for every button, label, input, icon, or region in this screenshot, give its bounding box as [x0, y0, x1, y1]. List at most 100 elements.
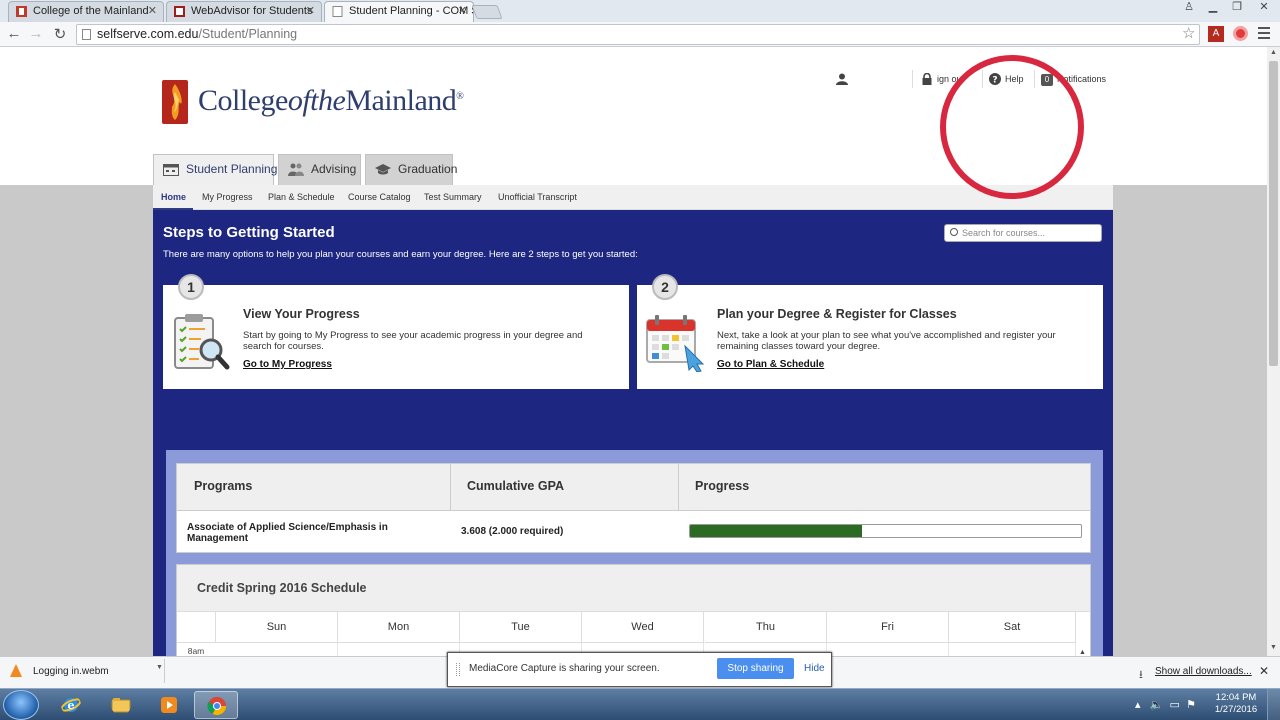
close-tab-icon[interactable]: ✕	[306, 2, 315, 21]
day-header-sat: Sat	[949, 612, 1076, 643]
taskbar-chrome[interactable]	[194, 691, 238, 719]
download-icon: ⭳	[1139, 669, 1143, 681]
folder-icon	[111, 698, 131, 713]
stop-sharing-button[interactable]: Stop sharing	[717, 658, 794, 679]
college-name: CollegeoftheMainland®	[198, 84, 464, 117]
browser-tab-student-planning[interactable]: Student Planning - COM S ✕	[324, 1, 474, 22]
go-to-plan-schedule-link[interactable]: Go to Plan & Schedule	[717, 359, 824, 370]
people-icon	[288, 163, 304, 176]
start-button[interactable]	[3, 690, 39, 720]
taskbar-explorer[interactable]	[99, 691, 143, 719]
calendar-icon	[163, 164, 179, 176]
tab-graduation[interactable]: Graduation	[365, 154, 457, 185]
close-window-button[interactable]: ✕	[1250, 0, 1278, 14]
scrollbar-thumb[interactable]	[1269, 61, 1278, 366]
restore-button[interactable]: ❐	[1226, 0, 1248, 14]
scroll-up-icon[interactable]: ▲	[1270, 49, 1277, 56]
subnav-plan-schedule[interactable]: Plan & Schedule	[268, 185, 335, 210]
column-header-programs: Programs	[194, 479, 253, 493]
drag-handle[interactable]	[456, 663, 460, 676]
step-title: View Your Progress	[243, 307, 360, 321]
chrome-icon	[207, 697, 226, 716]
network-icon[interactable]: ▭	[1170, 699, 1180, 711]
go-to-my-progress-link[interactable]: Go to My Progress	[243, 359, 332, 370]
program-gpa: 3.608 (2.000 required)	[461, 526, 564, 537]
day-header-tue: Tue	[460, 612, 582, 643]
forward-icon[interactable]: →	[27, 25, 45, 42]
user-menu[interactable]	[836, 72, 852, 86]
close-tab-icon[interactable]: ✕	[458, 2, 467, 21]
show-desktop-button[interactable]	[1267, 689, 1280, 720]
calendar-plan-icon	[646, 315, 705, 372]
getting-started-section: Steps to Getting Started There are many …	[153, 210, 1113, 656]
subnav-home[interactable]: Home	[161, 185, 186, 210]
address-bar[interactable]: selfserve.com.edu/Student/Planning	[76, 24, 1200, 45]
flame-logo-icon	[162, 80, 188, 124]
bookmark-star-icon[interactable]: ☆	[1182, 24, 1195, 42]
browser-tab-webadvisor[interactable]: WebAdvisor for Students ✕	[166, 1, 322, 22]
taskbar-ie[interactable]: e	[49, 691, 93, 719]
download-item[interactable]: Logging in.webm ▼	[2, 659, 165, 683]
profile-icon[interactable]: ♙	[1178, 0, 1200, 14]
flag-icon[interactable]: ⚑	[1186, 699, 1196, 711]
step-number: 1	[178, 274, 204, 300]
sub-navigation: Home My Progress Plan & Schedule Course …	[153, 185, 1113, 210]
course-search-input[interactable]: Search for courses...	[944, 224, 1102, 242]
media-player-icon	[161, 697, 177, 713]
subnav-course-catalog[interactable]: Course Catalog	[348, 185, 411, 210]
windows-taskbar: e ▴ 🔈 ▭ ⚑ 12:04 PM 1/27/2016	[0, 688, 1280, 720]
close-downloads-bar-icon[interactable]: ✕	[1259, 664, 1269, 678]
college-favicon-icon	[16, 6, 27, 17]
program-progress-bar	[689, 524, 1082, 538]
back-icon[interactable]: ←	[5, 25, 23, 42]
dashboard-panel: Programs Cumulative GPA Progress Associa…	[166, 450, 1103, 656]
page-icon	[82, 29, 91, 40]
day-header-thu: Thu	[705, 612, 827, 643]
clipboard-magnifier-icon	[174, 314, 230, 370]
day-header-mon: Mon	[338, 612, 460, 643]
record-extension-icon[interactable]	[1233, 26, 1248, 41]
tab-advising[interactable]: Advising	[278, 154, 361, 185]
volume-icon[interactable]: 🔈	[1150, 699, 1164, 711]
close-tab-icon[interactable]: ✕	[148, 2, 157, 21]
new-tab-button[interactable]	[471, 5, 503, 19]
column-divider	[450, 464, 451, 511]
subnav-unofficial-transcript[interactable]: Unofficial Transcript	[498, 185, 577, 210]
column-header-progress: Progress	[695, 479, 750, 493]
intro-text: There are many options to help you plan …	[163, 249, 638, 260]
search-icon	[950, 228, 958, 236]
step-card-progress: 1 View Your Progress Start by going to M…	[163, 274, 629, 389]
schedule-cell[interactable]	[338, 643, 460, 656]
web-page: CollegeoftheMainland® ign out ? Help 0 Not…	[0, 47, 1267, 656]
taskbar-clock[interactable]: 12:04 PM 1/27/2016	[1212, 692, 1260, 716]
webadvisor-favicon-icon	[174, 6, 185, 17]
day-header-wed: Wed	[582, 612, 704, 643]
schedule-cell[interactable]	[949, 643, 1076, 656]
scroll-up-arrow-icon[interactable]: ▲	[1079, 649, 1086, 656]
schedule-cell[interactable]	[827, 643, 949, 656]
scroll-down-icon[interactable]: ▼	[1270, 644, 1277, 651]
page-scrollbar[interactable]: ▲ ▼	[1267, 47, 1280, 656]
subnav-my-progress[interactable]: My Progress	[202, 185, 253, 210]
minimize-button[interactable]: ▁	[1202, 0, 1224, 14]
annotation-circle	[940, 55, 1084, 199]
day-header-fri: Fri	[827, 612, 949, 643]
chevron-down-icon[interactable]: ▼	[156, 664, 163, 671]
screen-share-notification: MediaCore Capture is sharing your screen…	[447, 652, 832, 687]
browser-tab-college[interactable]: College of the Mainland ✕	[8, 1, 164, 22]
reload-icon[interactable]: ↻	[51, 25, 69, 43]
day-header-sun: Sun	[216, 612, 338, 643]
schedule-cell[interactable]	[216, 643, 338, 656]
tab-student-planning[interactable]: Student Planning	[153, 154, 277, 185]
hide-button[interactable]: Hide	[804, 663, 825, 674]
tray-up-arrow-icon[interactable]: ▴	[1135, 699, 1141, 711]
subnav-test-summary[interactable]: Test Summary	[424, 185, 482, 210]
schedule-calendar: Credit Spring 2016 Schedule Sun Mon Tue Wed…	[176, 564, 1091, 656]
browser-menu-icon[interactable]	[1258, 27, 1270, 42]
show-all-downloads-link[interactable]: ⭳ Show all downloads...	[1139, 666, 1252, 681]
programs-table: Programs Cumulative GPA Progress Associa…	[176, 463, 1091, 553]
pdf-extension-icon[interactable]: A	[1208, 26, 1224, 42]
system-tray[interactable]: ▴ 🔈 ▭ ⚑	[1135, 698, 1196, 711]
taskbar-media-player[interactable]	[147, 691, 191, 719]
program-name[interactable]: Associate of Applied Science/Emphasis in…	[187, 522, 417, 544]
